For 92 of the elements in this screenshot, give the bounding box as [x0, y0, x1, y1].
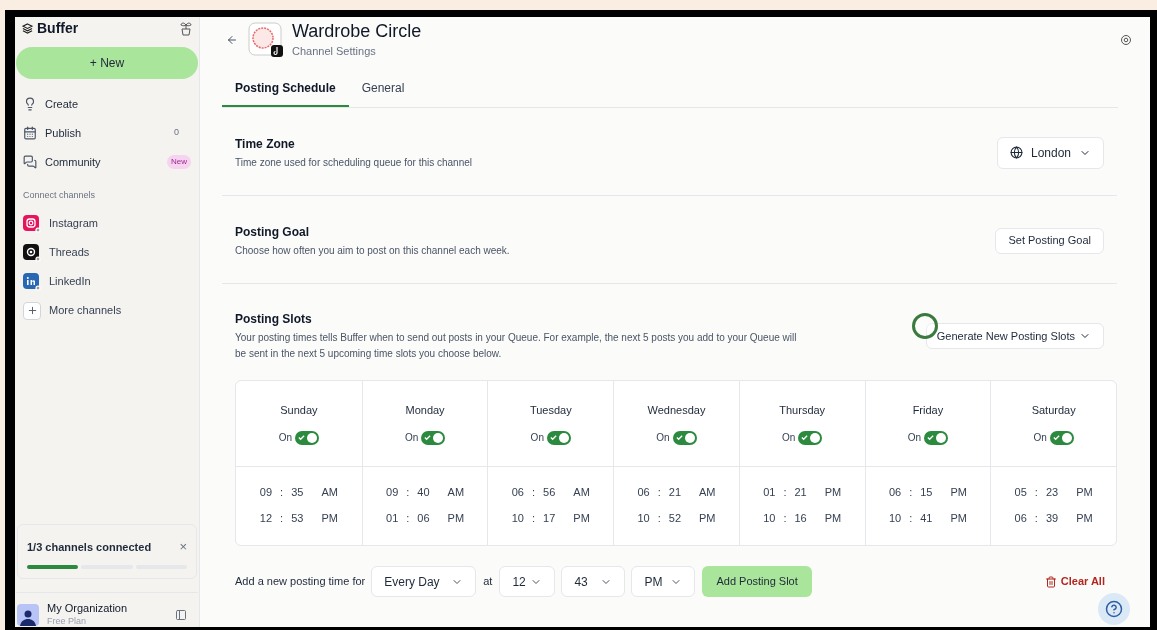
time-slot[interactable]: 12 : 53 PM: [259, 510, 338, 527]
help-button[interactable]: [1098, 593, 1130, 625]
lightbulb-icon: [23, 97, 37, 111]
toggle-switch[interactable]: [798, 430, 823, 445]
count-label: 0: [174, 126, 180, 140]
toggle-switch[interactable]: [1049, 430, 1074, 445]
time-slot[interactable]: 09 : 40 AM: [386, 484, 465, 501]
toggle-switch[interactable]: [672, 430, 697, 445]
time-slot[interactable]: 10 : 17 PM: [511, 510, 590, 527]
progress-label: 1/3 channels connected: [27, 539, 152, 555]
timezone-dropdown[interactable]: London: [996, 136, 1104, 169]
hour-dropdown[interactable]: 12: [499, 566, 556, 597]
trash-icon: [1044, 575, 1057, 588]
toggle-switch[interactable]: [546, 430, 571, 445]
close-button[interactable]: ×: [179, 540, 187, 554]
add-slot-button[interactable]: Add Posting Slot: [702, 566, 812, 597]
help-icon: [1105, 600, 1123, 618]
section-title: Posting Slots: [235, 311, 313, 328]
back-icon[interactable]: [226, 33, 238, 46]
nav-item[interactable]: Publish 0: [23, 123, 191, 143]
day-label: Monday: [405, 402, 445, 418]
section-description: Your posting times tells Buffer when to send out posts in your Queue. For example, the next 5 posts you add to your Queue will be sent in the next 5 upcoming time slots you choose below.: [235, 331, 798, 361]
time-slot[interactable]: 10 : 52 PM: [637, 510, 716, 527]
section-description: Time zone used for scheduling queue for this channel: [235, 155, 472, 170]
check-icon: [1052, 434, 1060, 442]
channel-item[interactable]: More channels: [23, 300, 191, 321]
section-title: Posting Goal: [235, 223, 310, 241]
channel-item[interactable]: LinkedIn: [23, 271, 191, 292]
day-label: Tuesday: [529, 402, 572, 418]
day-label: Saturday: [1031, 402, 1076, 418]
set-goal-button[interactable]: Set Posting Goal: [995, 227, 1104, 254]
check-icon: [801, 434, 809, 442]
time-slot[interactable]: 09 : 35 AM: [259, 484, 338, 501]
section-label: Connect channels: [22, 189, 97, 202]
nav-item[interactable]: Create: [23, 94, 191, 114]
time-slot[interactable]: 06 : 15 PM: [888, 484, 967, 501]
channel-subtitle: Channel Settings: [292, 43, 377, 59]
day-label: Friday: [912, 402, 944, 418]
generate-slots-dropdown[interactable]: Generate New Posting Slots: [925, 323, 1104, 349]
time-slot[interactable]: 05 : 23 PM: [1014, 484, 1093, 501]
section-description: Choose how often you aim to post on this channel each week.: [235, 243, 510, 258]
minute-dropdown[interactable]: 43: [561, 566, 626, 597]
plan-label: Free Plan: [47, 615, 88, 627]
tab[interactable]: General: [348, 71, 418, 107]
check-icon: [424, 434, 432, 442]
toggle-label: On: [1033, 431, 1047, 446]
toggle-label: On: [656, 431, 670, 446]
check-icon: [675, 434, 683, 442]
day-label: Wednesday: [647, 402, 706, 418]
tab[interactable]: Posting Schedule: [222, 71, 349, 107]
avatar-icon: [17, 603, 39, 626]
frequency-dropdown[interactable]: Every Day: [371, 566, 477, 597]
plant-icon[interactable]: [180, 20, 192, 36]
toggle-switch[interactable]: [924, 430, 949, 445]
clear-all-button[interactable]: Clear All: [1044, 573, 1105, 590]
toggle-switch[interactable]: [295, 430, 319, 445]
time-slot[interactable]: 01 : 21 PM: [763, 484, 842, 501]
toggle-switch[interactable]: [421, 430, 446, 445]
check-icon: [549, 434, 557, 442]
channel-item[interactable]: Instagram: [23, 213, 191, 234]
time-slot[interactable]: 10 : 41 PM: [888, 510, 967, 527]
nav-item[interactable]: Community New: [23, 152, 191, 172]
calendar-icon: [23, 126, 37, 140]
time-slot[interactable]: 01 : 06 PM: [386, 510, 465, 527]
day-label: Thursday: [779, 402, 826, 418]
section-title: Time Zone: [235, 135, 296, 153]
cursor-ring-icon: [911, 313, 938, 339]
toggle-label: On: [404, 431, 419, 446]
plus-glyph-icon: [26, 305, 38, 316]
time-slot[interactable]: 06 : 21 AM: [637, 484, 716, 501]
check-icon: [298, 434, 305, 442]
channel-title: Wardrobe Circle: [292, 20, 422, 43]
globe-icon: [1009, 146, 1023, 159]
period-dropdown[interactable]: PM: [631, 566, 696, 597]
time-slot[interactable]: 06 : 39 PM: [1014, 510, 1093, 527]
channel-avatar-icon: [248, 21, 284, 58]
new-badge: New: [167, 155, 191, 169]
channel-item[interactable]: Threads: [23, 242, 191, 263]
check-icon: [927, 434, 935, 442]
time-slot[interactable]: 06 : 56 AM: [511, 484, 590, 501]
new-button[interactable]: + New: [16, 47, 198, 79]
time-slot[interactable]: 10 : 16 PM: [763, 510, 842, 527]
account-name: My Organization: [47, 602, 129, 616]
collapse-sidebar-icon[interactable]: [175, 608, 187, 621]
brand-logo[interactable]: Buffer: [22, 17, 79, 39]
toggle-label: On: [278, 431, 292, 446]
toggle-label: On: [782, 431, 796, 446]
day-label: Sunday: [280, 402, 318, 418]
add-time-label: Add a new posting time for: [235, 574, 366, 590]
toggle-label: On: [530, 431, 544, 446]
at-label: at: [482, 574, 494, 590]
toggle-label: On: [907, 431, 922, 446]
